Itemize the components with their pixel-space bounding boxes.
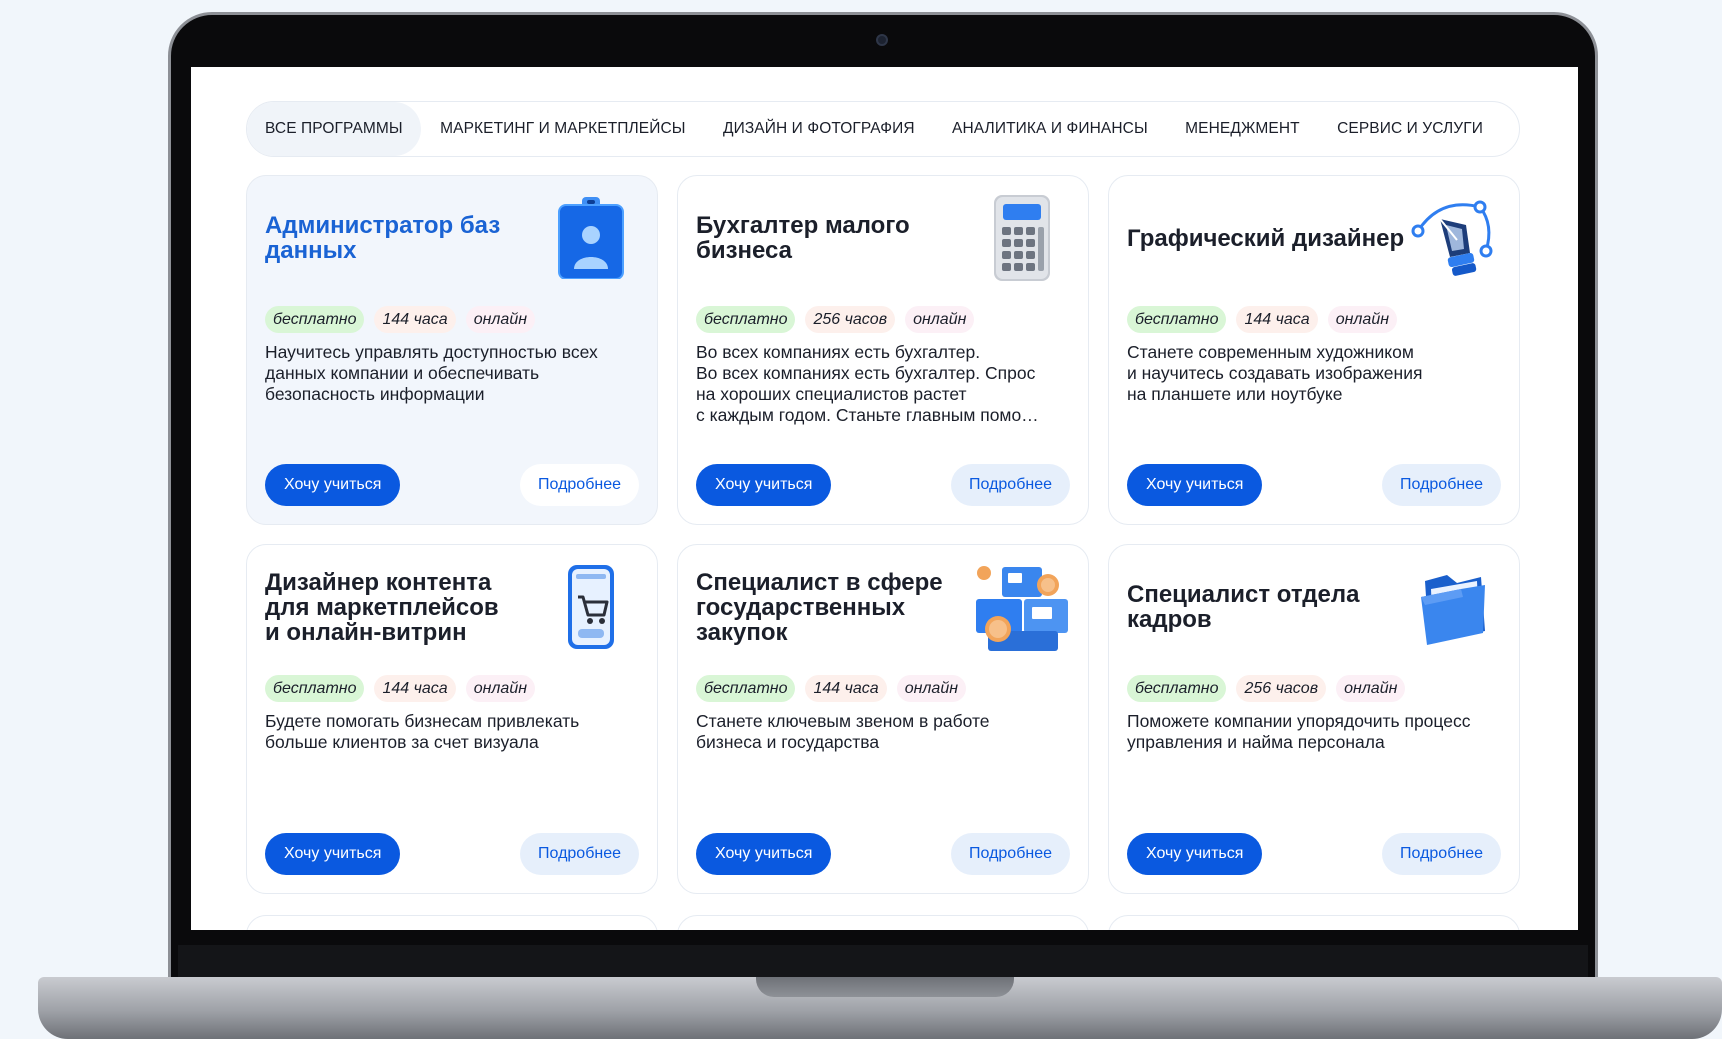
- folder-icon: [1403, 561, 1503, 653]
- card-description: Будете помогать бизнесам привлекать боль…: [265, 711, 580, 752]
- tab-management[interactable]: МЕНЕДЖМЕНТ: [1167, 102, 1318, 156]
- program-card-graphic-designer[interactable]: Графический дизайнер бесплатно 144 часа …: [1108, 175, 1520, 525]
- tag-price: бесплатно: [696, 306, 796, 333]
- program-cards-grid: Администратор баз данных бесплатно 144 ч…: [246, 175, 1520, 894]
- tag-format: онлайн: [905, 306, 975, 333]
- boxes-coins-icon: [972, 561, 1072, 653]
- phone-cart-icon: [541, 561, 641, 653]
- tag-price: бесплатно: [1127, 675, 1227, 702]
- program-card-partial[interactable]: [1108, 915, 1520, 930]
- program-card-content-designer[interactable]: Дизайнер контента для маркетплейсов и он…: [246, 544, 658, 894]
- calculator-icon: [972, 192, 1072, 284]
- tag-price: бесплатно: [1127, 306, 1227, 333]
- tab-analytics[interactable]: АНАЛИТИКА И ФИНАНСЫ: [934, 102, 1166, 156]
- card-title: Специалист отдела кадров: [1127, 581, 1360, 633]
- enroll-button[interactable]: Хочу учиться: [265, 833, 401, 875]
- card-tags: бесплатно 256 часов онлайн: [696, 306, 975, 333]
- card-description: Поможете компании упорядочить процесс уп…: [1127, 711, 1471, 752]
- enroll-button[interactable]: Хочу учиться: [1127, 833, 1263, 875]
- tab-service[interactable]: СЕРВИС И УСЛУГИ: [1319, 102, 1501, 156]
- card-title: Администратор баз данных: [265, 212, 501, 264]
- camera-icon: [876, 34, 888, 46]
- card-tags: бесплатно 144 часа онлайн: [696, 675, 967, 702]
- tab-all-programs[interactable]: ВСЕ ПРОГРАММЫ: [247, 102, 421, 156]
- laptop-chin: [178, 945, 1588, 977]
- program-card-db-admin[interactable]: Администратор баз данных бесплатно 144 ч…: [246, 175, 658, 525]
- enroll-button[interactable]: Хочу учиться: [265, 464, 401, 506]
- card-tags: бесплатно 144 часа онлайн: [265, 675, 536, 702]
- program-card-accountant[interactable]: Бухгалтер малого бизнеса бесплатно 256 ч…: [677, 175, 1089, 525]
- program-card-procurement[interactable]: Специалист в сфере государственных закуп…: [677, 544, 1089, 894]
- card-description: Станете современным художником и научите…: [1127, 342, 1423, 404]
- tag-format: онлайн: [896, 675, 967, 702]
- tag-price: бесплатно: [265, 675, 365, 702]
- laptop-screen: ВСЕ ПРОГРАММЫ МАРКЕТИНГ И МАРКЕТПЛЕЙСЫ Д…: [191, 67, 1578, 930]
- tag-duration: 144 часа: [1236, 306, 1318, 333]
- details-button[interactable]: Подробнее: [520, 464, 639, 506]
- card-tags: бесплатно 144 часа онлайн: [265, 306, 536, 333]
- details-button[interactable]: Подробнее: [951, 833, 1070, 875]
- tag-price: бесплатно: [265, 306, 365, 333]
- program-card-hr-specialist[interactable]: Специалист отдела кадров бесплатно 256 ч…: [1108, 544, 1520, 894]
- details-button[interactable]: Подробнее: [951, 464, 1070, 506]
- tag-duration: 144 часа: [374, 675, 456, 702]
- category-tabs: ВСЕ ПРОГРАММЫ МАРКЕТИНГ И МАРКЕТПЛЕЙСЫ Д…: [246, 101, 1520, 157]
- tag-duration: 256 часов: [1236, 675, 1327, 702]
- tag-format: онлайн: [465, 306, 536, 333]
- tag-duration: 144 часа: [374, 306, 456, 333]
- enroll-button[interactable]: Хочу учиться: [696, 833, 832, 875]
- enroll-button[interactable]: Хочу учиться: [696, 464, 832, 506]
- pen-tool-icon: [1403, 192, 1503, 284]
- card-description: Во всех компаниях есть бухгалтер. Во все…: [696, 342, 1039, 425]
- card-description: Научитесь управлять доступностью всех да…: [265, 342, 598, 404]
- card-tags: бесплатно 256 часов онлайн: [1127, 675, 1406, 702]
- card-description: Станете ключевым звеном в работе бизнеса…: [696, 711, 990, 752]
- tag-price: бесплатно: [696, 675, 796, 702]
- card-tags: бесплатно 144 часа онлайн: [1127, 306, 1398, 333]
- card-title: Специалист в сфере государственных закуп…: [696, 568, 943, 646]
- program-card-partial[interactable]: [246, 915, 658, 930]
- tag-duration: 144 часа: [805, 675, 887, 702]
- program-card-partial[interactable]: [677, 915, 1089, 930]
- tag-format: онлайн: [1336, 675, 1406, 702]
- id-badge-icon: [541, 192, 641, 284]
- laptop-notch: [756, 977, 1014, 997]
- tab-marketing[interactable]: МАРКЕТИНГ И МАРКЕТПЛЕЙСЫ: [422, 102, 703, 156]
- details-button[interactable]: Подробнее: [1382, 833, 1501, 875]
- card-title: Бухгалтер малого бизнеса: [696, 212, 910, 264]
- details-button[interactable]: Подробнее: [520, 833, 639, 875]
- details-button[interactable]: Подробнее: [1382, 464, 1501, 506]
- tag-format: онлайн: [465, 675, 536, 702]
- tag-format: онлайн: [1327, 306, 1398, 333]
- card-title: Графический дизайнер: [1127, 224, 1405, 252]
- tag-duration: 256 часов: [805, 306, 896, 333]
- enroll-button[interactable]: Хочу учиться: [1127, 464, 1263, 506]
- tab-design[interactable]: ДИЗАЙН И ФОТОГРАФИЯ: [705, 102, 933, 156]
- card-title: Дизайнер контента для маркетплейсов и он…: [265, 568, 499, 646]
